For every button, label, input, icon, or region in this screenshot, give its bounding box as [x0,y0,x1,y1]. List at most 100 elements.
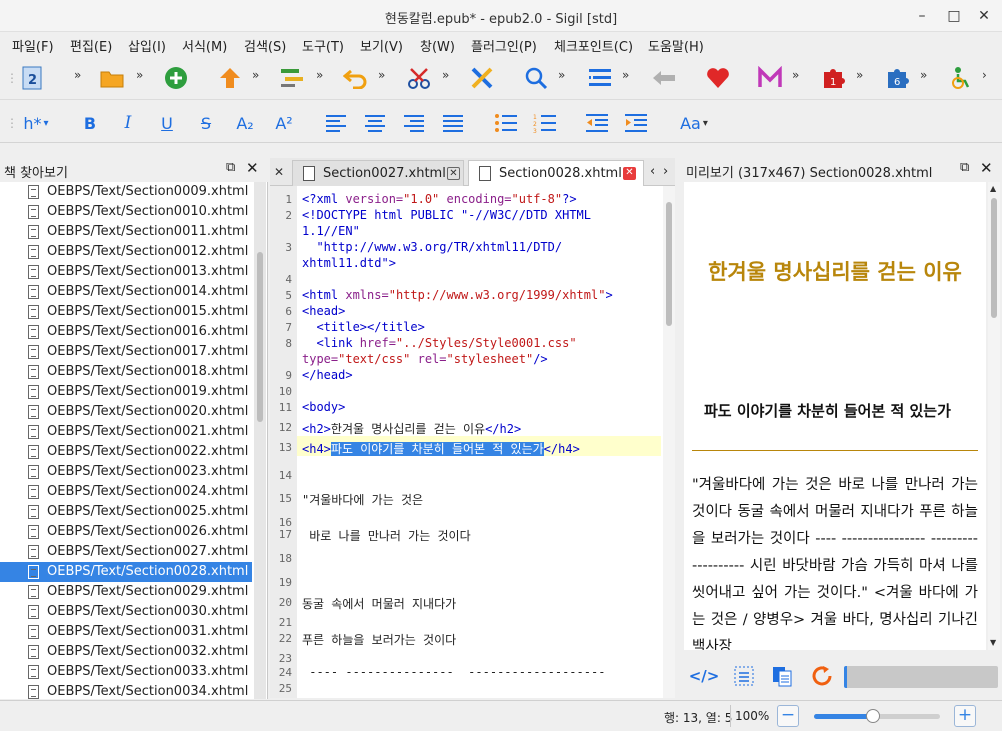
maximize-button[interactable]: □ [944,6,964,26]
file-row[interactable]: OEBPS/Text/Section0023.xhtml [0,462,252,482]
more-chevron-icon[interactable]: » [792,68,799,82]
menu-help[interactable]: 도움말(H) [648,36,704,55]
file-row[interactable]: OEBPS/Text/Section0015.xhtml [0,302,252,322]
menu-search[interactable]: 검색(S) [244,36,286,55]
scrollbar-thumb[interactable] [257,252,263,422]
metadata-m-icon[interactable] [756,64,784,92]
file-row[interactable]: OEBPS/Text/Section0025.xhtml [0,502,252,522]
file-row[interactable]: OEBPS/Text/Section0033.xhtml [0,662,252,682]
code-clean-icon[interactable] [468,64,496,92]
file-row[interactable]: OEBPS/Text/Section0027.xhtml [0,542,252,562]
zoom-slider-thumb[interactable] [866,709,881,723]
more-chevron-icon[interactable]: » [856,68,863,82]
more-chevron-icon[interactable]: » [558,68,565,82]
file-row[interactable]: OEBPS/Text/Section0031.xhtml [0,622,252,642]
cut-icon[interactable] [406,64,434,92]
underline-button[interactable]: U [153,109,181,137]
menu-plugins[interactable]: 플러그인(P) [471,36,537,55]
file-row[interactable]: OEBPS/Text/Section0030.xhtml [0,602,252,622]
close-tab-icon[interactable]: ✕ [447,167,460,180]
file-row[interactable]: OEBPS/Text/Section0011.xhtml [0,222,252,242]
file-row[interactable]: OEBPS/Text/Section0032.xhtml [0,642,252,662]
more-chevron-icon[interactable]: » [442,68,449,82]
menu-edit[interactable]: 편집(E) [70,36,112,55]
menu-file[interactable]: 파일(F) [12,36,54,55]
minimize-button[interactable]: – [912,6,932,26]
code-editor[interactable]: 1 2 3 4 5 6 7 8 9 10 11 12 13 14 15 16 17 18 19 20 21 22 23 24 2… [270,186,675,698]
file-row[interactable]: OEBPS/Text/Section0024.xhtml [0,482,252,502]
superscript-button[interactable]: A² [270,109,298,137]
align-center-icon[interactable] [361,109,389,137]
select-all-icon[interactable] [730,662,758,690]
align-left-icon[interactable] [322,109,350,137]
menu-checkpoints[interactable]: 체크포인트(C) [554,36,633,55]
scrollbar-thumb[interactable] [991,198,997,318]
undo-icon[interactable] [342,64,370,92]
preview-scrollbar[interactable]: ▲ ▼ [988,182,1000,650]
align-justify-icon[interactable] [439,109,467,137]
find-icon[interactable] [522,64,550,92]
file-row[interactable]: OEBPS/Text/Section0013.xhtml [0,262,252,282]
table-of-contents-icon[interactable] [586,64,614,92]
file-row[interactable]: OEBPS/Text/Section0026.xhtml [0,522,252,542]
preview-page[interactable]: 한겨울 명사십리를 걷는 이유 파도 이야기를 차분히 들어본 적 있는가 "겨… [684,182,986,650]
close-window-button[interactable]: ✕ [974,6,994,26]
file-row[interactable]: OEBPS/Text/Section0029.xhtml [0,582,252,602]
file-row[interactable]: OEBPS/Text/Section0028.xhtml [0,562,252,582]
add-file-icon[interactable] [162,64,190,92]
menu-window[interactable]: 창(W) [420,36,455,55]
accessibility-icon[interactable] [948,64,976,92]
heart-icon[interactable] [704,64,732,92]
new-file-icon[interactable]: 2 [18,64,46,92]
plugin-1-icon[interactable]: 1 [820,64,848,92]
back-arrow-icon[interactable] [650,64,678,92]
zoom-slider[interactable] [814,709,940,723]
subscript-button[interactable]: A₂ [231,109,259,137]
menu-view[interactable]: 보기(V) [360,36,403,55]
zoom-in-button[interactable]: + [954,705,976,727]
menu-format[interactable]: 서식(M) [182,36,227,55]
bold-button[interactable]: B [76,109,104,137]
open-folder-icon[interactable] [98,64,126,92]
file-row[interactable]: OEBPS/Text/Section0019.xhtml [0,382,252,402]
scroll-up-icon[interactable]: ▲ [990,184,996,193]
split-section-icon[interactable] [278,64,306,92]
outdent-icon[interactable] [583,109,611,137]
close-panel-icon[interactable]: ✕ [246,159,259,177]
zoom-out-button[interactable]: − [777,705,799,727]
float-panel-icon[interactable]: ⧉ [960,160,969,175]
file-row[interactable]: OEBPS/Text/Section0017.xhtml [0,342,252,362]
file-row[interactable]: OEBPS/Text/Section0014.xhtml [0,282,252,302]
file-row[interactable]: OEBPS/Text/Section0009.xhtml [0,182,252,202]
tab-section0028[interactable]: Section0028.xhtml ✕ [468,160,644,186]
move-up-icon[interactable] [216,64,244,92]
scroll-down-icon[interactable]: ▼ [990,638,996,647]
bullet-list-icon[interactable] [492,109,520,137]
file-row[interactable]: OEBPS/Text/Section0012.xhtml [0,242,252,262]
more-chevron-icon[interactable]: » [378,68,385,82]
float-panel-icon[interactable]: ⧉ [226,160,235,175]
close-tab-icon[interactable]: ✕ [274,165,284,179]
menu-insert[interactable]: 삽입(I) [128,36,166,55]
tab-scroll-left-icon[interactable]: ‹ [650,164,655,179]
file-row[interactable]: OEBPS/Text/Section0020.xhtml [0,402,252,422]
file-list-scrollbar[interactable] [254,182,266,699]
strikethrough-button[interactable]: S [192,109,220,137]
more-chevron-icon[interactable]: » [136,68,143,82]
file-row[interactable]: OEBPS/Text/Section0022.xhtml [0,442,252,462]
numbered-list-icon[interactable]: 123 [531,109,559,137]
file-row[interactable]: OEBPS/Text/Section0021.xhtml [0,422,252,442]
editor-scrollbar[interactable] [663,186,675,698]
toolbar-grip-icon[interactable]: ⋮ [6,111,18,135]
overflow-chevron-icon[interactable]: › [982,68,987,82]
indent-icon[interactable] [622,109,650,137]
align-right-icon[interactable] [400,109,428,137]
text-case-dropdown[interactable]: Aa ▾ [674,109,714,137]
file-row[interactable]: OEBPS/Text/Section0016.xhtml [0,322,252,342]
inspect-code-icon[interactable]: </> [689,662,720,690]
more-chevron-icon[interactable]: » [920,68,927,82]
menu-tools[interactable]: 도구(T) [302,36,344,55]
italic-button[interactable]: I [114,109,142,137]
close-panel-icon[interactable]: ✕ [980,159,993,177]
heading-dropdown[interactable]: h* ▾ [18,109,54,137]
